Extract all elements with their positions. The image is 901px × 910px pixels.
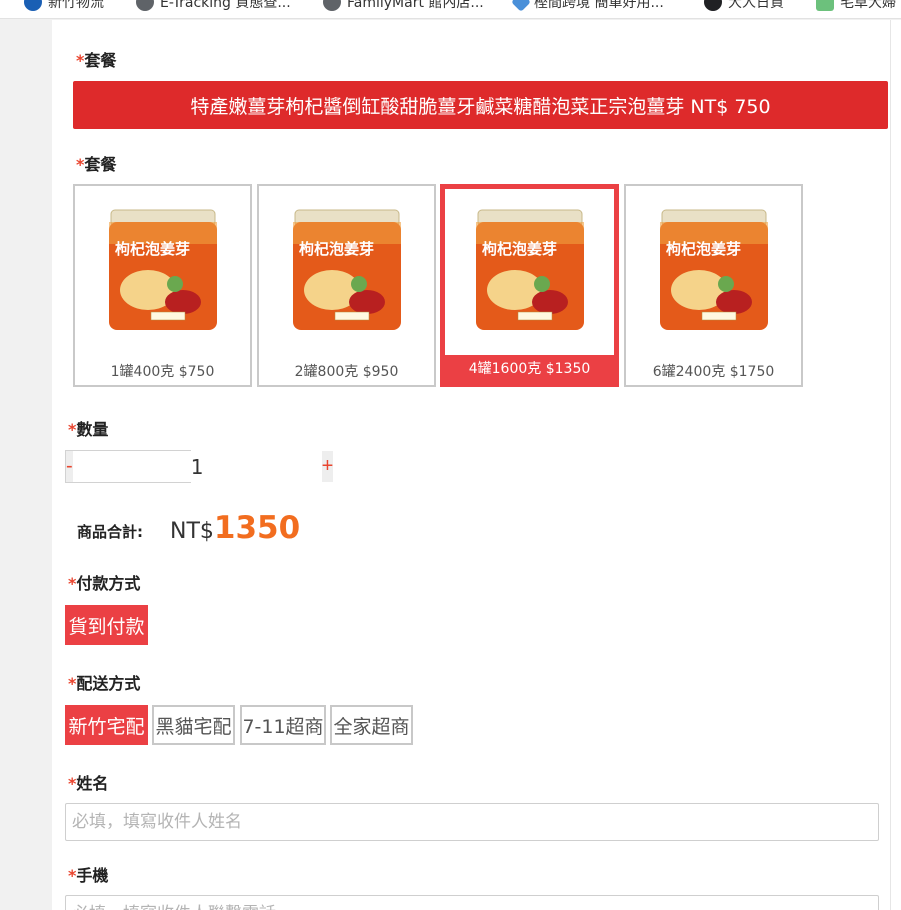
bookmark-item[interactable]: 大人日貨 — [704, 0, 784, 13]
bookmark-label: E-Tracking 貨態查... — [160, 0, 291, 11]
product-jar-image: 枸杞泡姜芽 — [293, 209, 401, 330]
quantity-minus-button[interactable]: - — [66, 451, 73, 482]
quantity-stepper: - + — [65, 450, 334, 483]
bookmark-item[interactable]: 毛草大婦 — [816, 0, 896, 13]
phone-label: *手機 — [68, 862, 108, 886]
package-option-label-text: 套餐 — [84, 155, 117, 174]
selected-product-banner[interactable]: 特產嫩薑芽枸杞醬倒缸酸甜脆薑牙鹹菜糖醋泡菜正宗泡薑芽 NT$ 750 — [73, 81, 888, 129]
jar-label-text: 枸杞泡姜芽 — [666, 240, 741, 258]
delivery-option-familymart[interactable]: 全家超商 — [330, 705, 413, 745]
package-label-text: 套餐 — [84, 51, 117, 70]
package-caption: 2罐800克 $950 — [294, 364, 399, 380]
package-caption: 4罐1600克 $1350 — [445, 355, 614, 383]
delivery-option-711[interactable]: 7-11超商 — [240, 705, 326, 745]
product-jar-image: 枸杞泡姜芽 — [476, 209, 584, 330]
package-label: *套餐 — [76, 47, 116, 71]
total-label: 商品合計: — [77, 523, 143, 541]
package-option-4[interactable]: 枸杞泡姜芽 6罐2400克 $1750 — [624, 184, 803, 387]
payment-label-text: 付款方式 — [76, 574, 141, 593]
bookmark-icon — [511, 0, 531, 12]
product-jar-image: 枸杞泡姜芽 — [109, 209, 217, 330]
payment-label: *付款方式 — [68, 570, 140, 594]
quantity-label-text: 數量 — [76, 420, 109, 439]
quantity-input[interactable] — [72, 451, 322, 482]
bookmark-icon — [24, 0, 42, 11]
package-option-label: *套餐 — [76, 151, 116, 175]
product-jar-image: 枸杞泡姜芽 — [660, 209, 768, 330]
jar-label-text: 枸杞泡姜芽 — [482, 240, 557, 258]
bookmark-label: FamilyMart 館內店... — [347, 0, 484, 11]
total-amount: 1350 — [213, 510, 301, 546]
package-option-1[interactable]: 枸杞泡姜芽 1罐400克 $750 — [73, 184, 252, 387]
quantity-label: *數量 — [68, 416, 108, 440]
bookmark-label: 毛草大婦 — [840, 0, 896, 11]
phone-input[interactable] — [65, 895, 879, 910]
package-caption: 1罐400克 $750 — [110, 364, 215, 380]
bookmarks-bar: 新竹物流 E-Tracking 貨態查... FamilyMart 館內店...… — [0, 0, 901, 19]
bookmark-item[interactable]: 新竹物流 — [24, 0, 104, 13]
jar-label-text: 枸杞泡姜芽 — [299, 240, 374, 258]
total-currency: NT$ — [170, 519, 214, 544]
name-label-text: 姓名 — [76, 774, 109, 793]
bookmark-icon — [136, 0, 154, 11]
bookmark-label: 新竹物流 — [48, 0, 104, 11]
quantity-plus-button[interactable]: + — [321, 451, 334, 482]
name-label: *姓名 — [68, 770, 108, 794]
delivery-label: *配送方式 — [68, 670, 140, 694]
delivery-option-tcat[interactable]: 黑貓宅配 — [152, 705, 235, 745]
package-option-2[interactable]: 枸杞泡姜芽 2罐800克 $950 — [257, 184, 436, 387]
jar-label-text: 枸杞泡姜芽 — [115, 240, 190, 258]
total-price: NT$ 1350 — [170, 510, 300, 546]
page-edge — [890, 20, 901, 910]
bookmark-item[interactable]: 樫間跨境 簡單好用... — [511, 0, 664, 13]
delivery-option-hct[interactable]: 新竹宅配 — [65, 705, 148, 745]
bookmark-item[interactable]: FamilyMart 館內店... — [323, 0, 484, 13]
bookmark-icon — [704, 0, 722, 11]
package-option-3[interactable]: 枸杞泡姜芽 4罐1600克 $1350 — [440, 184, 619, 387]
bookmark-label: 樫間跨境 簡單好用... — [534, 0, 664, 11]
name-input[interactable] — [65, 803, 879, 841]
bookmark-icon — [323, 0, 341, 11]
delivery-label-text: 配送方式 — [76, 674, 141, 693]
phone-label-text: 手機 — [76, 866, 109, 885]
payment-option-cod[interactable]: 貨到付款 — [65, 605, 148, 645]
bookmark-icon — [816, 0, 834, 11]
bookmark-label: 大人日貨 — [728, 0, 784, 11]
bookmark-item[interactable]: E-Tracking 貨態查... — [136, 0, 291, 13]
package-caption: 6罐2400克 $1750 — [652, 364, 775, 380]
